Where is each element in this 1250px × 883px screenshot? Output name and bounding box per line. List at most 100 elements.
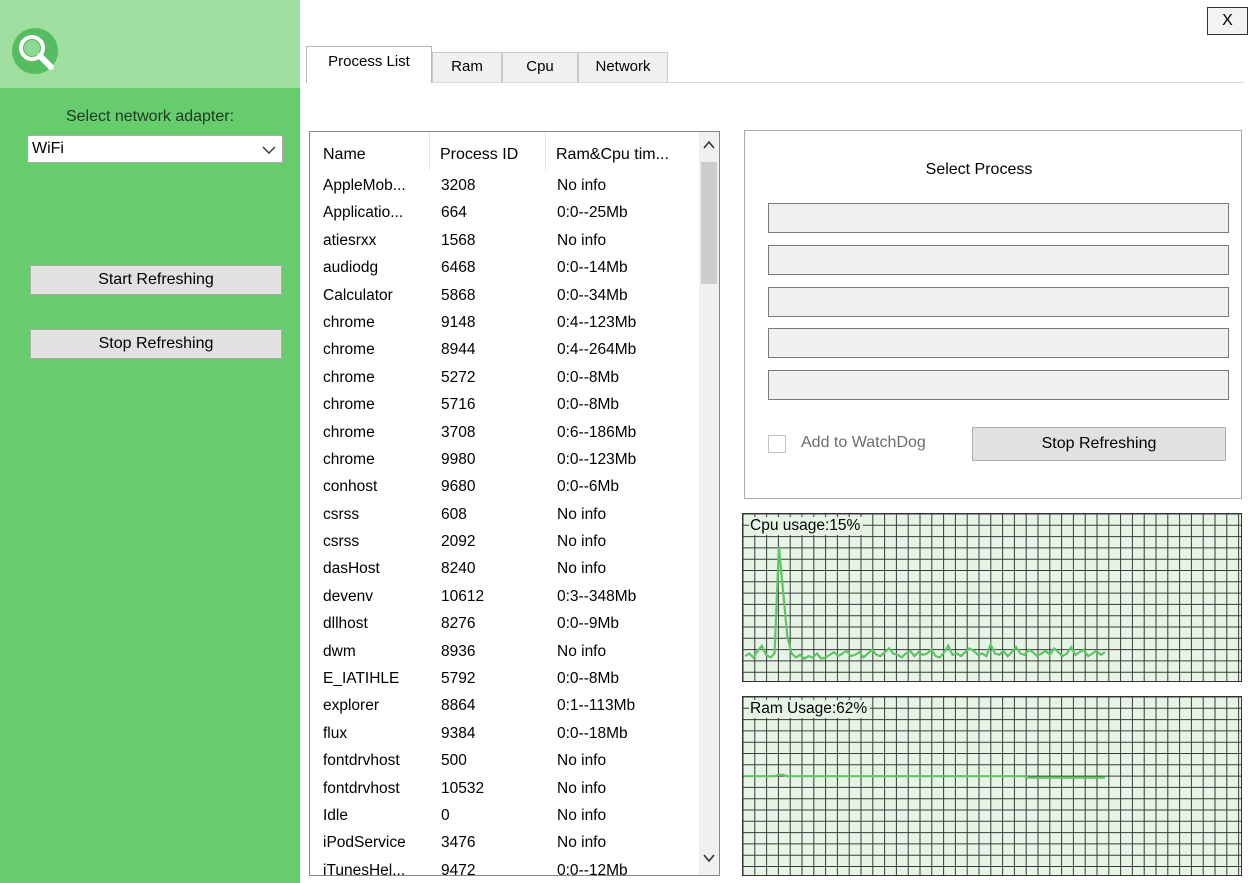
cpu-graph-canvas (743, 514, 1241, 681)
usage-line (744, 546, 1106, 661)
start-refreshing-button[interactable]: Start Refreshing (30, 265, 282, 295)
process-id-cell: 8240 (441, 560, 476, 578)
adapter-selected-value: WiFi (32, 140, 64, 157)
table-row[interactable]: chrome 9148 0:4--123Mb (310, 312, 700, 339)
process-usage-cell: 0:0--8Mb (557, 670, 620, 688)
tab-cpu[interactable]: Cpu (502, 52, 578, 82)
table-row[interactable]: explorer 8864 0:1--113Mb (310, 695, 700, 722)
tab-ram[interactable]: Ram (432, 52, 502, 82)
process-usage-cell: 0:1--113Mb (557, 697, 636, 715)
table-row[interactable]: conhost 9680 0:0--6Mb (310, 476, 700, 503)
process-name-cell: dwm (323, 642, 356, 660)
table-row[interactable]: E_IATIHLE 5792 0:0--8Mb (310, 668, 700, 695)
process-usage-cell: 0:0--123Mb (557, 450, 637, 468)
process-usage-cell: No info (557, 533, 607, 551)
stop-refreshing-button[interactable]: Stop Refreshing (30, 329, 282, 359)
chevron-down-icon (260, 139, 278, 159)
process-usage-cell: 0:0--8Mb (557, 368, 620, 386)
process-info-field-2[interactable] (768, 245, 1229, 275)
process-name-cell: chrome (323, 313, 375, 331)
process-info-field-3[interactable] (768, 287, 1229, 317)
process-id-cell: 5272 (441, 368, 476, 386)
process-name-cell: E_IATIHLE (323, 670, 400, 688)
scroll-down-icon[interactable] (702, 851, 716, 865)
process-id-cell: 8944 (441, 341, 476, 359)
column-header-ram-cpu[interactable]: Ram&Cpu tim... (556, 146, 669, 164)
table-row[interactable]: csrss 608 No info (310, 504, 700, 531)
process-id-cell: 0 (441, 806, 450, 824)
process-id-cell: 8936 (441, 642, 476, 660)
process-name-cell: AppleMob... (323, 177, 406, 194)
table-row[interactable]: Calculator 5868 0:0--34Mb (310, 285, 700, 312)
tab-process-list[interactable]: Process List (306, 46, 432, 83)
table-row[interactable]: flux 9384 0:0--18Mb (310, 723, 700, 750)
process-usage-cell: No info (557, 177, 607, 194)
ram-usage-label: Ram Usage:62% (749, 700, 871, 718)
table-row[interactable]: dasHost 8240 No info (310, 558, 700, 585)
column-header-name[interactable]: Name (323, 146, 366, 164)
column-divider[interactable] (545, 132, 546, 170)
process-name-cell: csrss (323, 505, 360, 523)
adapter-label: Select network adapter: (65, 108, 235, 125)
adapter-dropdown[interactable]: WiFi (27, 135, 283, 163)
cpu-usage-graph: Cpu usage:15% (742, 513, 1242, 682)
table-row[interactable]: chrome 5272 0:0--8Mb (310, 367, 700, 394)
close-button[interactable]: X (1207, 7, 1248, 35)
tab-network[interactable]: Network (578, 52, 668, 82)
process-info-field-4[interactable] (768, 328, 1229, 358)
process-name-cell: fontdrvhost (323, 779, 400, 797)
process-usage-cell: 0:0--18Mb (557, 724, 628, 742)
table-row[interactable]: chrome 5716 0:0--8Mb (310, 394, 700, 421)
process-usage-cell: No info (557, 752, 607, 770)
process-rows: AppleMob... 3208 No info Applicatio... 664 0:… (310, 175, 700, 876)
process-usage-cell: No info (557, 642, 607, 660)
table-row[interactable]: iTunesHel... 9472 0:0--12Mb (310, 860, 700, 876)
table-row[interactable]: AppleMob... 3208 No info (310, 175, 700, 202)
process-name-cell: conhost (323, 478, 378, 496)
table-row[interactable]: csrss 2092 No info (310, 531, 700, 558)
process-list[interactable]: Name Process ID Ram&Cpu tim... AppleMob.… (309, 131, 720, 876)
table-row[interactable]: Applicatio... 664 0:0--25Mb (310, 202, 700, 229)
sidebar-header (0, 0, 300, 88)
process-info-field-5[interactable] (768, 370, 1229, 400)
table-row[interactable]: iPodService 3476 No info (310, 832, 700, 859)
ram-usage-graph: Ram Usage:62% (742, 696, 1242, 876)
table-row[interactable]: audiodg 6468 0:0--14Mb (310, 257, 700, 284)
table-row[interactable]: atiesrxx 1568 No info (310, 230, 700, 257)
table-row[interactable]: dllhost 8276 0:0--9Mb (310, 613, 700, 640)
process-list-scrollbar[interactable] (699, 132, 719, 875)
process-id-cell: 6468 (441, 259, 476, 277)
process-id-cell: 664 (441, 204, 467, 222)
process-id-cell: 608 (441, 505, 467, 523)
process-name-cell: chrome (323, 423, 375, 441)
process-usage-cell: 0:0--34Mb (557, 286, 628, 304)
process-name-cell: dasHost (323, 560, 380, 578)
process-id-cell: 10612 (441, 587, 485, 605)
process-name-cell: fontdrvhost (323, 752, 400, 770)
process-id-cell: 9680 (441, 478, 476, 496)
table-row[interactable]: chrome 3708 0:6--186Mb (310, 422, 700, 449)
table-row[interactable]: devenv 10612 0:3--348Mb (310, 586, 700, 613)
watchdog-checkbox[interactable] (768, 435, 786, 453)
table-row[interactable]: Idle 0 No info (310, 805, 700, 832)
process-name-cell: csrss (323, 533, 360, 551)
process-id-cell: 5868 (441, 286, 476, 304)
scroll-up-icon[interactable] (702, 138, 716, 152)
process-name-cell: atiesrxx (323, 231, 377, 249)
process-info-field-1[interactable] (768, 203, 1229, 233)
table-row[interactable]: chrome 9980 0:0--123Mb (310, 449, 700, 476)
process-usage-cell: 0:0--12Mb (557, 861, 628, 876)
process-usage-cell: No info (557, 231, 607, 249)
panel-stop-refreshing-button[interactable]: Stop Refreshing (972, 427, 1226, 461)
column-divider[interactable] (429, 132, 430, 170)
process-usage-cell: 0:0--9Mb (557, 615, 620, 633)
column-header-process-id[interactable]: Process ID (440, 146, 518, 164)
scrollbar-thumb[interactable] (701, 162, 717, 284)
process-usage-cell: 0:0--14Mb (557, 259, 628, 277)
table-row[interactable]: chrome 8944 0:4--264Mb (310, 339, 700, 366)
table-row[interactable]: fontdrvhost 500 No info (310, 750, 700, 777)
process-usage-cell: 0:0--8Mb (557, 396, 620, 414)
table-row[interactable]: dwm 8936 No info (310, 641, 700, 668)
table-row[interactable]: fontdrvhost 10532 No info (310, 778, 700, 805)
process-usage-cell: 0:4--264Mb (557, 341, 637, 359)
